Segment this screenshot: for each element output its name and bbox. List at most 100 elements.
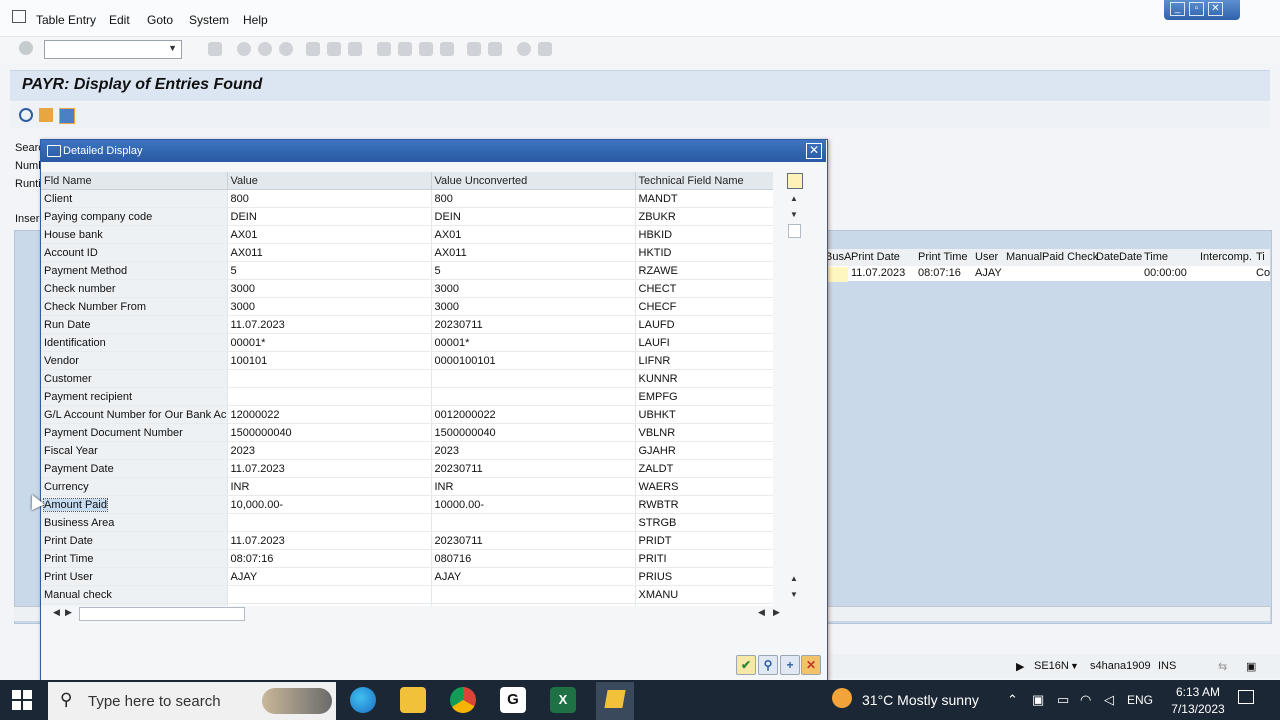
last-page-icon[interactable]: [440, 42, 454, 56]
vertical-scrollbar[interactable]: ▲ ▼ ▲ ▼: [786, 190, 802, 606]
value-cell[interactable]: 1500000040: [227, 423, 432, 442]
table-row[interactable]: Customer KUNNR: [41, 369, 773, 388]
value-unconverted-cell[interactable]: 3000: [431, 279, 636, 298]
value-unconverted-cell[interactable]: INR: [431, 477, 636, 496]
value-cell[interactable]: [227, 513, 432, 532]
file-explorer-icon[interactable]: [400, 687, 426, 713]
technical-name-cell[interactable]: UBHKT: [635, 405, 773, 424]
technical-name-cell[interactable]: PRITI: [635, 549, 773, 568]
field-name-cell[interactable]: Customer: [41, 369, 228, 388]
value-cell[interactable]: 5: [227, 261, 432, 280]
technical-name-cell[interactable]: CHECT: [635, 279, 773, 298]
chevron-down-icon[interactable]: ▼: [168, 43, 177, 53]
field-name-cell[interactable]: Client: [41, 189, 228, 208]
field-name-cell[interactable]: Print Date: [41, 531, 228, 550]
scroll-left-icon[interactable]: ◀: [53, 607, 60, 618]
value-cell[interactable]: 00001*: [227, 333, 432, 352]
value-cell[interactable]: [227, 585, 432, 604]
value-cell[interactable]: 11.07.2023: [227, 531, 432, 550]
column-header[interactable]: Intercomp.: [1200, 251, 1252, 263]
field-name-cell[interactable]: House bank: [41, 225, 228, 244]
table-row[interactable]: Check number 3000 3000 CHECT: [41, 279, 773, 298]
field-name-cell[interactable]: Vendor: [41, 351, 228, 370]
transaction-code[interactable]: SE16N: [1034, 660, 1069, 672]
language-indicator[interactable]: ENG: [1127, 693, 1153, 707]
chevron-up-icon[interactable]: ⌃: [1007, 692, 1018, 708]
table-row[interactable]: Business Area STRGB: [41, 513, 773, 532]
scroll-thumb[interactable]: [788, 224, 801, 238]
value-cell[interactable]: 11.07.2023: [227, 315, 432, 334]
technical-name-cell[interactable]: CHECF: [635, 297, 773, 316]
menu-system[interactable]: System: [189, 13, 229, 27]
technical-name-cell[interactable]: ZALDT: [635, 459, 773, 478]
technical-name-cell[interactable]: ZBUKR: [635, 207, 773, 226]
technical-name-cell[interactable]: HKTID: [635, 243, 773, 262]
field-name-cell[interactable]: Identification: [41, 333, 228, 352]
table-row[interactable]: Account ID AX011 AX011 HKTID: [41, 243, 773, 262]
scroll-right-icon[interactable]: ▶: [773, 607, 780, 618]
chevron-down-icon[interactable]: ▼: [1070, 661, 1079, 671]
print-icon[interactable]: [306, 42, 320, 56]
menu-goto[interactable]: Goto: [147, 13, 173, 27]
column-header[interactable]: Time: [1144, 251, 1168, 263]
scroll-up-icon[interactable]: ▲: [790, 574, 798, 583]
value-cell[interactable]: 08:07:16: [227, 549, 432, 568]
cancel-button[interactable]: ✕: [801, 655, 821, 675]
value-unconverted-cell[interactable]: AX011: [431, 243, 636, 262]
technical-name-cell[interactable]: VBLNR: [635, 423, 773, 442]
value-unconverted-cell[interactable]: DEIN: [431, 207, 636, 226]
scroll-thumb[interactable]: [79, 607, 245, 621]
field-name-cell[interactable]: Payment Date: [41, 459, 228, 478]
layout-icon[interactable]: [59, 108, 75, 124]
value-unconverted-cell[interactable]: [431, 369, 636, 388]
enter-icon[interactable]: [19, 41, 33, 55]
technical-name-cell[interactable]: EMPFG: [635, 387, 773, 406]
value-cell[interactable]: AX01: [227, 225, 432, 244]
field-name-cell[interactable]: Paying company code: [41, 207, 228, 226]
refresh-icon[interactable]: [19, 108, 33, 122]
field-name-cell[interactable]: Print Time: [41, 549, 228, 568]
weather-text[interactable]: 31°C Mostly sunny: [862, 692, 979, 708]
column-header[interactable]: BusA: [825, 251, 851, 263]
close-icon[interactable]: ✕: [806, 143, 822, 159]
column-layout-icon[interactable]: [787, 173, 803, 189]
table-row[interactable]: Vendor 100101 0000100101 LIFNR: [41, 351, 773, 370]
technical-name-cell[interactable]: LAUFD: [635, 315, 773, 334]
table-row[interactable]: Amount Paid 10,000.00- 10000.00- RWBTR: [41, 495, 773, 514]
exit-icon[interactable]: [258, 42, 272, 56]
weather-icon[interactable]: [832, 688, 852, 708]
scroll-down-icon[interactable]: ▼: [790, 210, 798, 219]
column-header[interactable]: Print Time: [918, 251, 968, 263]
scroll-up-icon[interactable]: ▲: [790, 194, 798, 203]
column-header[interactable]: Date: [1119, 251, 1142, 263]
technical-name-cell[interactable]: XMANU: [635, 585, 773, 604]
table-row[interactable]: Payment Date 11.07.2023 20230711 ZALDT: [41, 459, 773, 478]
minimize-icon[interactable]: _: [1170, 2, 1185, 16]
find-next-icon[interactable]: [348, 42, 362, 56]
find-icon[interactable]: [327, 42, 341, 56]
table-row[interactable]: Check Number From 3000 3000 CHECF: [41, 297, 773, 316]
value-cell[interactable]: INR: [227, 477, 432, 496]
value-unconverted-cell[interactable]: 0000100101: [431, 351, 636, 370]
column-header-field-name[interactable]: Fld Name: [41, 172, 228, 190]
value-cell[interactable]: 11.07.2023: [227, 459, 432, 478]
previous-page-icon[interactable]: [398, 42, 412, 56]
close-window-icon[interactable]: ✕: [1208, 2, 1223, 16]
table-row[interactable]: G/L Account Number for Our Bank Ac.. 1200…: [41, 405, 773, 424]
table-row[interactable]: Print Date 11.07.2023 20230711 PRIDT: [41, 531, 773, 550]
column-header-value-unconverted[interactable]: Value Unconverted: [431, 172, 636, 190]
field-name-cell[interactable]: Check Number From: [41, 297, 228, 316]
menu-table-entry[interactable]: Table Entry: [36, 13, 96, 27]
find-next-button[interactable]: +: [780, 655, 800, 675]
value-unconverted-cell[interactable]: [431, 387, 636, 406]
taskbar-clock[interactable]: 6:13 AM 7/13/2023: [1158, 684, 1238, 718]
settings-icon[interactable]: [39, 108, 53, 122]
scroll-left-icon[interactable]: ◀: [758, 607, 765, 618]
technical-name-cell[interactable]: PRIUS: [635, 567, 773, 586]
column-header[interactable]: Paid Check: [1042, 251, 1098, 263]
table-row[interactable]: 11.07.2023 08:07:16 AJAY 00:00:00 Co: [822, 266, 1270, 282]
field-name-cell[interactable]: Payment recipient: [41, 387, 228, 406]
value-unconverted-cell[interactable]: 5: [431, 261, 636, 280]
field-name-cell[interactable]: Account ID: [41, 243, 228, 262]
maximize-icon[interactable]: ▫: [1189, 2, 1204, 16]
